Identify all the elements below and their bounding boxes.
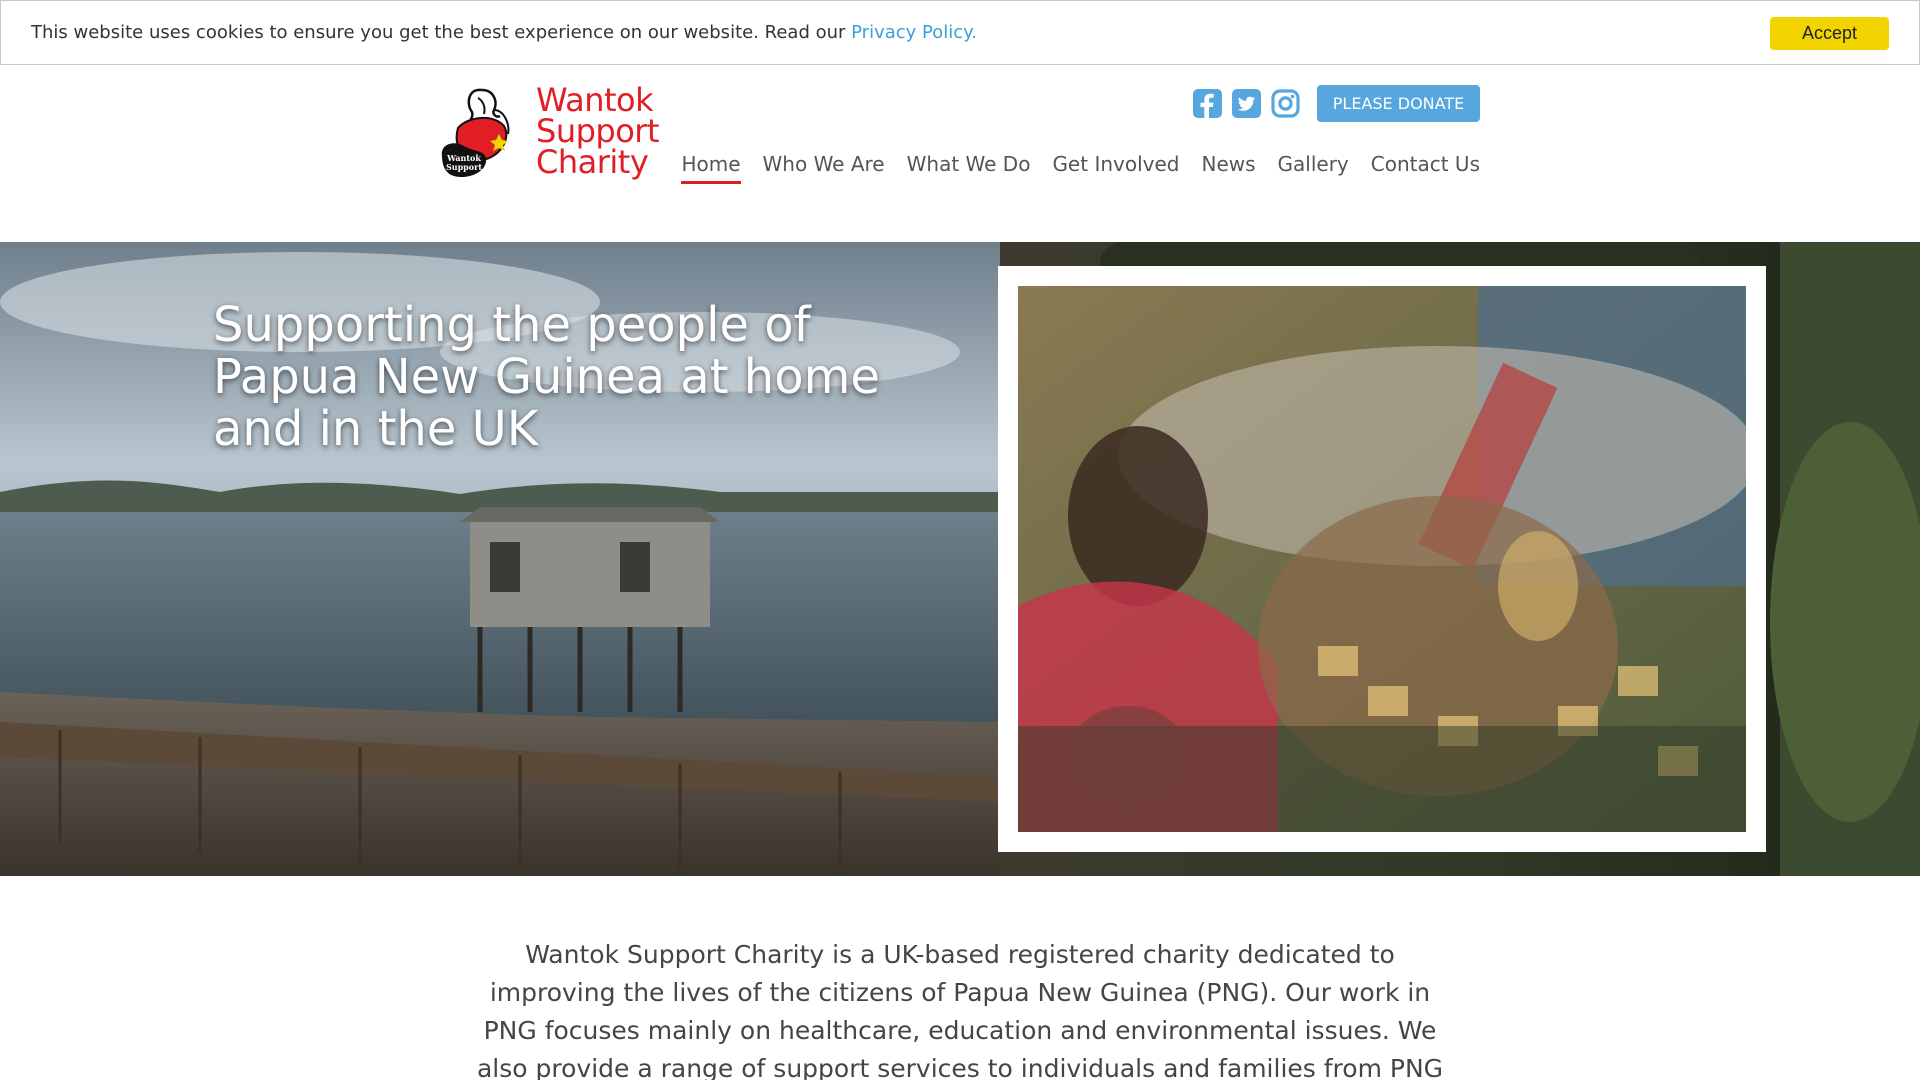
cookie-message: This website uses cookies to ensure you …	[31, 22, 977, 43]
logo-badge-text-2: Support	[446, 162, 482, 172]
logo-line-2: Support	[536, 112, 660, 150]
accept-cookies-button[interactable]: Accept	[1770, 17, 1889, 50]
cookie-message-text: This website uses cookies to ensure you …	[31, 22, 852, 43]
intro-paragraph: Wantok Support Charity is a UK-based reg…	[476, 940, 1444, 1080]
twitter-icon[interactable]	[1232, 89, 1261, 118]
hero-photo-frame	[998, 266, 1766, 852]
hero-collage-image	[1018, 286, 1746, 832]
nav-item-get-involved[interactable]: Get Involved	[1052, 152, 1179, 176]
hero-title: Supporting the people of Papua New Guine…	[213, 297, 880, 457]
facebook-icon[interactable]	[1193, 89, 1222, 118]
nav-item-who-we-are[interactable]: Who We Are	[763, 152, 885, 176]
social-links	[1193, 89, 1300, 118]
privacy-policy-link[interactable]: Privacy Policy.	[851, 22, 977, 43]
logo-wordmark: Wantok Support Charity	[536, 81, 660, 181]
nav-item-home[interactable]: Home	[681, 152, 741, 184]
nav-item-what-we-do[interactable]: What We Do	[907, 152, 1031, 176]
hero-banner: Supporting the people of Papua New Guine…	[0, 242, 1920, 876]
logo-figure-icon: Wantok Support	[441, 88, 510, 178]
nav-item-gallery[interactable]: Gallery	[1278, 152, 1349, 176]
nav-item-contact-us[interactable]: Contact Us	[1371, 152, 1480, 176]
logo-line-3: Charity	[536, 143, 649, 181]
instagram-icon[interactable]	[1271, 89, 1300, 118]
cookie-banner: This website uses cookies to ensure you …	[0, 0, 1920, 65]
site-logo[interactable]: Wantok Support Wantok Support Charity	[438, 84, 668, 186]
nav-item-news[interactable]: News	[1201, 152, 1255, 176]
logo-line-1: Wantok	[536, 81, 654, 119]
donate-button[interactable]: PLEASE DONATE	[1317, 85, 1480, 122]
main-nav: Home Who We Are What We Do Get Involved …	[681, 152, 1480, 184]
